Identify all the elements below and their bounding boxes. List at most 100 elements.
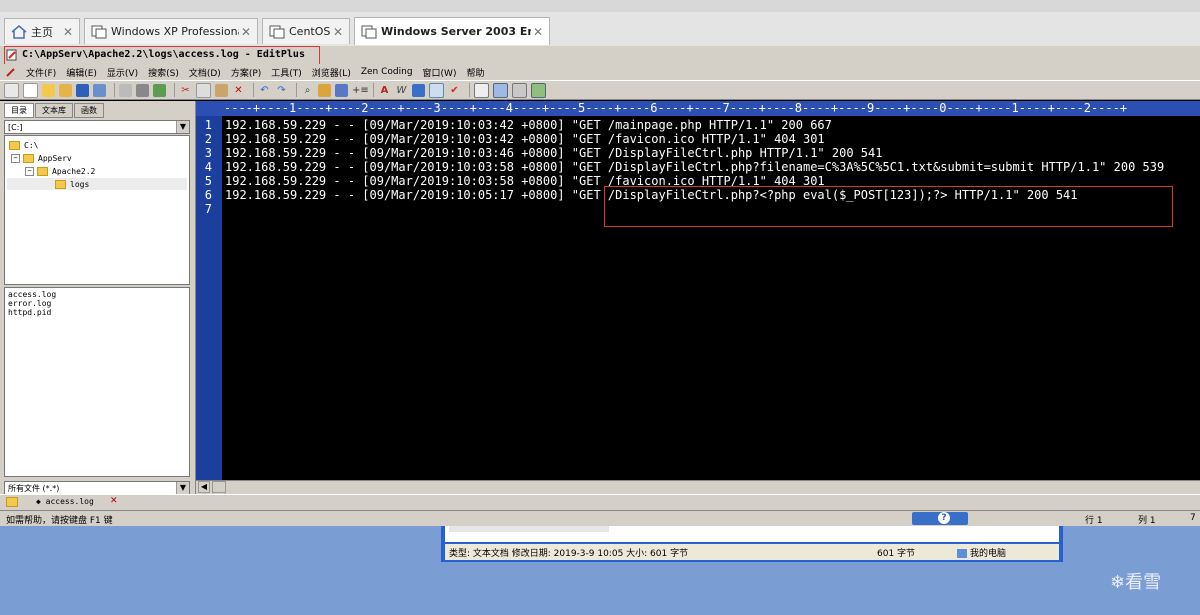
line-number-icon[interactable] (429, 82, 444, 98)
menu-zen-coding[interactable]: Zen Coding (361, 67, 413, 77)
ruler-toggle-icon[interactable] (412, 83, 425, 97)
tab-windows-server-2003[interactable]: Windows Server 2003 Enter... ✕ (354, 17, 550, 45)
undo-icon[interactable]: ↶ (258, 84, 271, 97)
chevron-down-icon[interactable]: ▼ (176, 482, 189, 494)
doc-tab-access-log[interactable]: ◆ access.log (36, 497, 94, 506)
log-line: 192.168.59.229 - - [09/Mar/2019:10:03:46… (225, 146, 883, 160)
close-icon[interactable]: ✕ (331, 25, 345, 39)
cliptext-icon[interactable] (531, 82, 546, 98)
line-number: 5 (204, 174, 212, 188)
column-ruler: ----+----1----+----2----+----3----+----4… (196, 101, 1200, 116)
tree-item-c[interactable]: C:\ (9, 139, 38, 151)
tree-item-logs[interactable]: logs (7, 178, 187, 190)
vm-tab-bar: 主页 ✕ Windows XP Professional ✕ CentOS ✕ … (0, 12, 1200, 47)
scroll-left-icon[interactable]: ◀ (198, 481, 210, 493)
word-wrap-icon[interactable]: W (395, 84, 408, 97)
tree-label: logs (70, 179, 90, 189)
copy-icon[interactable] (196, 82, 211, 98)
new-file-icon[interactable] (4, 82, 19, 98)
drive-value: [C:] (8, 123, 23, 132)
folder-tree: C:\ − AppServ − Apache2.2 logs (4, 135, 190, 285)
line-number: 1 (204, 118, 212, 132)
line-number-gutter: 1 2 3 4 5 6 7 (196, 116, 222, 480)
vm-icon (269, 25, 285, 38)
collapse-icon[interactable]: − (11, 153, 20, 163)
drive-select[interactable]: [C:] ▼ (4, 120, 190, 134)
goto-line-icon[interactable]: +≡ (352, 84, 369, 97)
vm-icon (361, 25, 377, 38)
tab-centos[interactable]: CentOS ✕ (262, 18, 350, 44)
filter-value: 所有文件 (*.*) (8, 484, 60, 493)
file-item-error-log[interactable]: error.log (8, 299, 186, 308)
file-item-access-log[interactable]: access.log (8, 290, 186, 299)
redo-icon[interactable]: ↷ (275, 84, 288, 97)
horizontal-scrollbar[interactable]: ◀ (196, 480, 1200, 494)
collapse-icon[interactable]: − (25, 166, 34, 176)
help-icon[interactable]: ? (938, 512, 950, 524)
find-icon[interactable]: ⌕ (301, 84, 314, 97)
menu-search[interactable]: 搜索(S) (148, 66, 179, 79)
close-icon[interactable]: ✕ (531, 25, 545, 39)
tab-directory[interactable]: 目录 (4, 103, 34, 118)
file-item-httpd-pid[interactable]: httpd.pid (8, 308, 186, 317)
tab-cliptext[interactable]: 文本库 (35, 103, 73, 118)
open-remote-icon[interactable] (59, 83, 72, 97)
font-icon[interactable]: A (378, 84, 391, 97)
tree-item-apache[interactable]: − Apache2.2 (25, 165, 95, 177)
folder-icon (9, 140, 20, 150)
toolbar-separator (469, 83, 470, 97)
save-icon[interactable] (76, 83, 89, 97)
print-icon[interactable] (136, 83, 149, 97)
delete-icon[interactable]: ✕ (232, 84, 245, 97)
menu-window[interactable]: 窗口(W) (423, 66, 457, 79)
tab-home[interactable]: 主页 ✕ (4, 18, 80, 44)
line-number: 4 (204, 160, 212, 174)
browser-icon[interactable] (474, 82, 489, 98)
close-icon[interactable]: ✕ (239, 25, 253, 39)
folder-icon (23, 153, 34, 163)
open-folder-icon[interactable] (42, 83, 55, 97)
explorer-status-bar: 类型: 文本文档 修改日期: 2019-3-9 10:05 大小: 601 字节… (445, 544, 1059, 560)
close-icon[interactable]: ✕ (61, 25, 75, 39)
vm-icon (91, 25, 107, 38)
chevron-down-icon[interactable]: ▼ (176, 121, 189, 133)
menu-view[interactable]: 显示(V) (107, 66, 138, 79)
cut-icon[interactable]: ✂ (179, 84, 192, 97)
tree-item-appserv[interactable]: − AppServ (11, 152, 72, 164)
find-in-files-icon[interactable] (335, 83, 348, 97)
file-filter-select[interactable]: 所有文件 (*.*) ▼ (4, 481, 190, 495)
tab-windows-xp[interactable]: Windows XP Professional ✕ (84, 18, 258, 44)
replace-icon[interactable] (318, 83, 331, 97)
paste-icon[interactable] (215, 83, 228, 97)
close-icon[interactable]: ✕ (110, 496, 118, 506)
menu-browser[interactable]: 浏览器(L) (312, 66, 351, 79)
check-icon[interactable]: ✔ (448, 84, 461, 97)
directory-window-icon[interactable] (493, 82, 508, 98)
system-tray: ? (912, 512, 968, 525)
pencil-icon (6, 68, 15, 77)
tab-functions[interactable]: 函数 (74, 103, 104, 118)
open-folder-icon (55, 179, 66, 189)
menu-bar: 文件(F) 编辑(E) 显示(V) 搜索(S) 文档(D) 方案(P) 工具(T… (0, 64, 1200, 80)
text-editor[interactable]: 192.168.59.229 - - [09/Mar/2019:10:03:42… (222, 116, 1200, 480)
menu-edit[interactable]: 编辑(E) (66, 66, 97, 79)
location-text: 我的电脑 (957, 546, 1006, 559)
file-list: access.log error.log httpd.pid (4, 287, 190, 477)
computer-icon (957, 548, 967, 558)
print-preview-icon[interactable] (119, 83, 132, 97)
tab-label: Windows XP Professional (111, 25, 239, 38)
save-all-icon[interactable] (93, 83, 106, 97)
explorer-scrollbar[interactable] (449, 526, 609, 532)
spellcheck-icon[interactable] (153, 83, 166, 97)
menu-help[interactable]: 帮助 (466, 66, 484, 79)
menu-project[interactable]: 方案(P) (231, 66, 261, 79)
log-line: 192.168.59.229 - - [09/Mar/2019:10:03:42… (225, 118, 832, 132)
menu-tools[interactable]: 工具(T) (271, 66, 302, 79)
menu-file[interactable]: 文件(F) (26, 66, 56, 79)
scroll-thumb[interactable] (212, 481, 226, 493)
new-doc-icon[interactable] (23, 82, 38, 98)
output-window-icon[interactable] (512, 82, 527, 98)
menu-document[interactable]: 文档(D) (189, 66, 221, 79)
doc-tab-label: access.log (45, 497, 94, 506)
panel-tabs: 目录 文本库 函数 (4, 103, 105, 118)
